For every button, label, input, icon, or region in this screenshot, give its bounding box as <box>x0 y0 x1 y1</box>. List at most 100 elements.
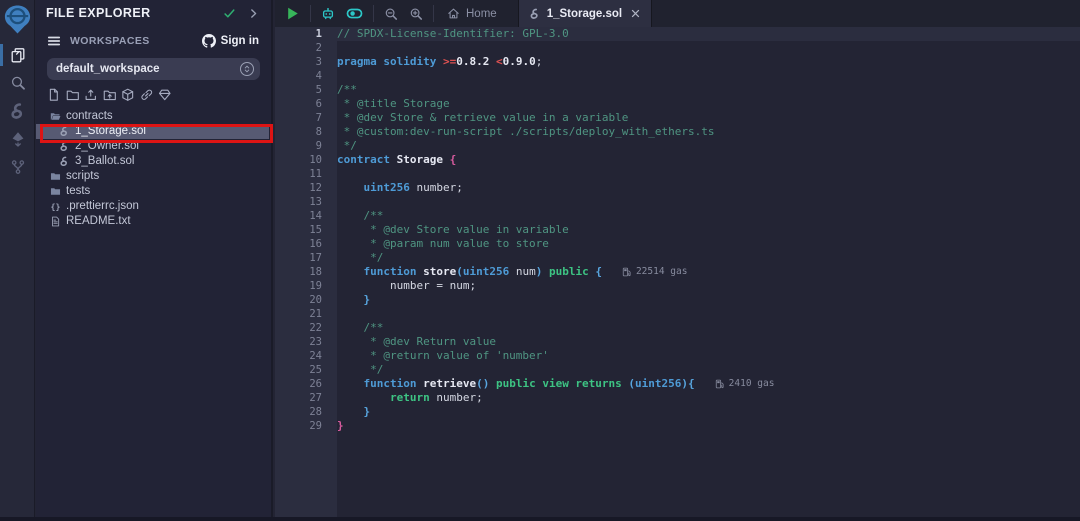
ai-toggle-switch[interactable] <box>346 5 363 22</box>
code-line-17[interactable]: 17 */ <box>275 251 1080 265</box>
code-line-15[interactable]: 15 * @dev Store value in variable <box>275 223 1080 237</box>
line-number: 7 <box>275 111 337 125</box>
code-editor[interactable]: 1// SPDX-License-Identifier: GPL-3.023pr… <box>275 27 1080 517</box>
workspace-caret-icon[interactable] <box>240 62 254 76</box>
editor-area: Home 1_Storage.sol 1// SPDX-License-Iden… <box>275 0 1080 521</box>
code-line-2[interactable]: 2 <box>275 41 1080 55</box>
accept-check-icon[interactable] <box>223 7 236 20</box>
ipfs-cube-icon[interactable] <box>121 88 135 102</box>
folder-open-icon <box>50 111 61 122</box>
remix-logo-icon[interactable] <box>2 4 33 35</box>
code-line-29[interactable]: 29} <box>275 419 1080 433</box>
code-line-13[interactable]: 13 <box>275 195 1080 209</box>
upload-file-icon[interactable] <box>84 88 98 102</box>
line-number: 18 <box>275 265 337 279</box>
workspaces-row: WORKSPACES Sign in <box>36 30 271 52</box>
upload-folder-icon[interactable] <box>103 88 117 102</box>
close-tab-icon[interactable] <box>630 8 641 19</box>
code-line-6[interactable]: 6 * @title Storage <box>275 97 1080 111</box>
code-line-26[interactable]: 26 function retrieve() public view retur… <box>275 377 1080 391</box>
gas-estimate: 2410 gas <box>715 377 775 391</box>
tree-item-label: tests <box>66 185 90 197</box>
code-line-23[interactable]: 23 * @dev Return value <box>275 335 1080 349</box>
line-number: 24 <box>275 349 337 363</box>
code-line-1[interactable]: 1// SPDX-License-Identifier: GPL-3.0 <box>275 27 1080 41</box>
tab-home[interactable]: Home <box>434 0 510 27</box>
code-line-24[interactable]: 24 * @return value of 'number' <box>275 349 1080 363</box>
code-line-9[interactable]: 9 */ <box>275 139 1080 153</box>
run-script-play-button[interactable] <box>285 6 300 21</box>
code-line-21[interactable]: 21 <box>275 307 1080 321</box>
sidebar-item-file-explorer[interactable] <box>0 41 35 69</box>
tree-item-label: contracts <box>66 110 113 122</box>
status-strip <box>0 517 1080 521</box>
tree-item-1-storage-sol[interactable]: 1_Storage.sol <box>36 124 269 139</box>
github-icon <box>202 34 216 48</box>
tree-item-tests[interactable]: tests <box>36 184 271 199</box>
explorer-actions <box>36 80 271 107</box>
code-line-14[interactable]: 14 /** <box>275 209 1080 223</box>
gem-icon[interactable] <box>158 88 172 102</box>
import-link-icon[interactable] <box>140 88 154 102</box>
tree-item-readme-txt[interactable]: README.txt <box>36 214 271 229</box>
file-explorer-panel: FILE EXPLORER WORKSPACES Sign in default… <box>36 0 273 521</box>
code-line-18[interactable]: 18 function store(uint256 num) public {2… <box>275 265 1080 279</box>
gas-estimate: 22514 gas <box>622 265 687 279</box>
remix-ide-window: FILE EXPLORER WORKSPACES Sign in default… <box>0 0 1080 521</box>
tree-item-2-owner-sol[interactable]: 2_Owner.sol <box>36 139 271 154</box>
git-plugin-icon <box>10 159 26 175</box>
code-line-5[interactable]: 5/** <box>275 83 1080 97</box>
code-line-3[interactable]: 3pragma solidity >=0.8.2 <0.9.0; <box>275 55 1080 69</box>
zoom-out-icon[interactable] <box>384 7 398 21</box>
tab-1-storage-sol[interactable]: 1_Storage.sol <box>518 0 652 27</box>
line-number: 11 <box>275 167 337 181</box>
code-line-20[interactable]: 20 } <box>275 293 1080 307</box>
sidebar-item-git-plugin[interactable] <box>0 153 35 181</box>
home-icon <box>447 7 460 20</box>
code-line-4[interactable]: 4 <box>275 69 1080 83</box>
line-number: 29 <box>275 419 337 433</box>
code-line-19[interactable]: 19 number = num; <box>275 279 1080 293</box>
tree-item-label: scripts <box>66 170 99 182</box>
code-line-10[interactable]: 10contract Storage { <box>275 153 1080 167</box>
folder-closed-icon <box>50 171 61 182</box>
tree-item-label: 1_Storage.sol <box>75 125 146 137</box>
workspace-select[interactable]: default_workspace <box>47 58 260 80</box>
workspaces-menu-icon[interactable] <box>47 34 61 48</box>
code-line-8[interactable]: 8 * @custom:dev-run-script ./scripts/dep… <box>275 125 1080 139</box>
create-folder-icon[interactable] <box>66 88 80 102</box>
tree-item--prettierrc-json[interactable]: {}.prettierrc.json <box>36 199 271 214</box>
gas-pump-icon <box>715 379 725 389</box>
code-line-27[interactable]: 27 return number; <box>275 391 1080 405</box>
code-line-22[interactable]: 22 /** <box>275 321 1080 335</box>
tree-item-3-ballot-sol[interactable]: 3_Ballot.sol <box>36 154 271 169</box>
deploy-run-icon <box>10 131 26 147</box>
line-number: 14 <box>275 209 337 223</box>
sol-file-icon <box>59 141 70 152</box>
create-file-icon[interactable] <box>47 88 61 102</box>
code-line-25[interactable]: 25 */ <box>275 363 1080 377</box>
code-line-11[interactable]: 11 <box>275 167 1080 181</box>
line-number: 19 <box>275 279 337 293</box>
line-number: 5 <box>275 83 337 97</box>
tree-item-scripts[interactable]: scripts <box>36 169 271 184</box>
code-line-28[interactable]: 28 } <box>275 405 1080 419</box>
sidebar-item-search[interactable] <box>0 69 35 97</box>
zoom-in-icon[interactable] <box>409 7 423 21</box>
line-number: 26 <box>275 377 337 391</box>
github-sign-in-button[interactable]: Sign in <box>202 34 259 48</box>
ai-assistant-icon[interactable] <box>321 7 335 21</box>
chevron-right-icon[interactable] <box>248 8 259 19</box>
tree-item-contracts[interactable]: contracts <box>36 109 271 124</box>
line-number: 4 <box>275 69 337 83</box>
icon-panel <box>0 0 35 521</box>
code-line-16[interactable]: 16 * @param num value to store <box>275 237 1080 251</box>
code-line-12[interactable]: 12 uint256 number; <box>275 181 1080 195</box>
code-line-7[interactable]: 7 * @dev Store & retrieve value in a var… <box>275 111 1080 125</box>
solidity-compiler-icon <box>10 103 26 119</box>
sidebar-item-deploy-run[interactable] <box>0 125 35 153</box>
tree-item-label: 2_Owner.sol <box>75 140 139 152</box>
sidebar-item-solidity-compiler[interactable] <box>0 97 35 125</box>
panel-title: FILE EXPLORER <box>46 6 211 20</box>
workspaces-label: WORKSPACES <box>70 35 193 47</box>
